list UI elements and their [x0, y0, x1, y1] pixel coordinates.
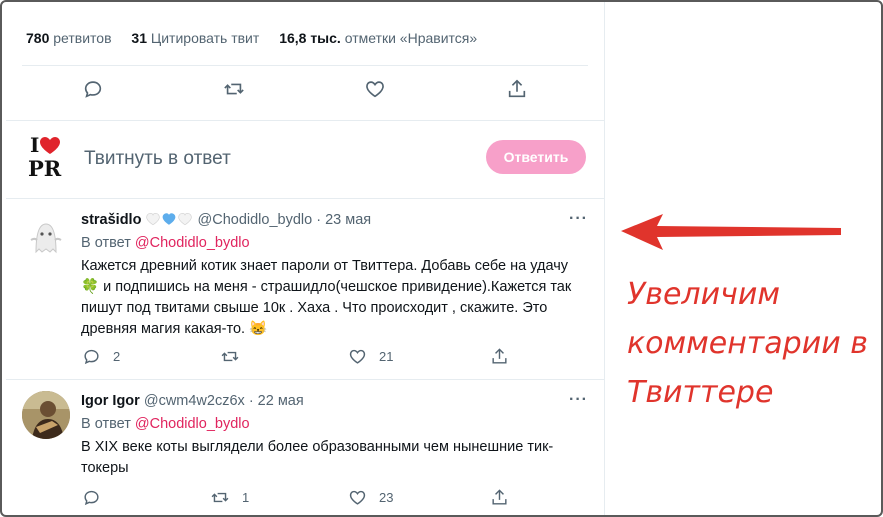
more-options-icon[interactable]: ··· [569, 210, 588, 228]
quotes-stat[interactable]: 31 Цитировать твит [131, 30, 259, 46]
reply-icon [82, 488, 101, 507]
white-heart-icon [145, 212, 161, 228]
more-options-icon[interactable]: ··· [569, 391, 588, 409]
reply-composer: I PR Твитнуть в ответ Ответить [6, 122, 604, 196]
reply-icon[interactable] [82, 78, 104, 100]
tweet-text: В XIX веке коты выглядели более образова… [81, 439, 554, 476]
retweet-icon [210, 488, 230, 507]
share-action[interactable] [490, 347, 509, 366]
author-handle[interactable]: @cwm4w2cz6x [144, 393, 245, 409]
divider [22, 65, 588, 66]
reply-action[interactable] [82, 488, 113, 507]
blue-heart-icon [161, 212, 177, 228]
reply-action[interactable]: 2 [82, 347, 120, 366]
likes-stat[interactable]: 16,8 тыс. отметки «Нравится» [279, 30, 477, 46]
like-icon[interactable] [364, 78, 386, 100]
like-icon [348, 488, 367, 507]
avatar-ghost[interactable] [22, 212, 70, 260]
svg-text:I: I [30, 133, 39, 157]
retweet-icon[interactable] [222, 78, 246, 100]
retweets-stat[interactable]: 780 ретвитов [26, 30, 112, 46]
reply-to-mention[interactable]: @Chodidlo_bydlo [135, 235, 250, 251]
reply-to-mention[interactable]: @Chodidlo_bydlo [135, 416, 250, 432]
like-action[interactable]: 21 [348, 347, 393, 366]
author-name[interactable]: Igor Igor [81, 393, 140, 409]
annotation-arrow-icon [621, 214, 841, 250]
share-action[interactable] [490, 488, 509, 507]
reply-to-line: В ответ @Chodidlo_bydlo [81, 416, 250, 432]
avatar-igor[interactable] [22, 391, 70, 439]
svg-text:PR: PR [28, 156, 62, 180]
annotation-caption: Увеличим комментарии в Твиттере [627, 277, 868, 410]
divider [6, 120, 604, 121]
tweet-thread-column: 780 ретвитов 31 Цитировать твит 16,8 тыс… [6, 2, 605, 515]
share-icon [490, 488, 509, 507]
retweet-icon [220, 347, 240, 366]
reply-tweet[interactable]: Igor Igor @cwm4w2cz6x · 22 мая ··· В отв… [6, 379, 604, 515]
like-action[interactable]: 23 [348, 488, 393, 507]
like-icon [348, 347, 367, 366]
white-heart-icon [177, 212, 193, 228]
tweet-stats: 780 ретвитов 31 Цитировать твит 16,8 тыс… [26, 30, 493, 46]
user-avatar-i-love-pr[interactable]: I PR [26, 132, 68, 181]
share-icon[interactable] [506, 78, 528, 100]
reply-submit-button[interactable]: Ответить [486, 140, 586, 174]
retweet-action[interactable]: 1 [210, 488, 249, 507]
screenshot-frame: 780 ретвитов 31 Цитировать твит 16,8 тыс… [0, 0, 883, 517]
author-handle[interactable]: @Chodidlo_bydlo [198, 212, 313, 228]
tweet-date[interactable]: · 23 мая [316, 212, 371, 228]
author-name[interactable]: strašidlo [81, 212, 141, 228]
tweet-text: Кажется древний котик знает пароли от Тв… [81, 258, 572, 337]
reply-icon [82, 347, 101, 366]
reply-to-line: В ответ @Chodidlo_bydlo [81, 235, 250, 251]
reply-input[interactable]: Твитнуть в ответ [84, 148, 231, 170]
retweet-action[interactable] [220, 347, 252, 366]
share-icon [490, 347, 509, 366]
reply-tweet[interactable]: strašidlo @Chodidlo_bydlo · 23 мая ··· В… [6, 198, 604, 378]
tweet-date[interactable]: · 22 мая [249, 393, 304, 409]
